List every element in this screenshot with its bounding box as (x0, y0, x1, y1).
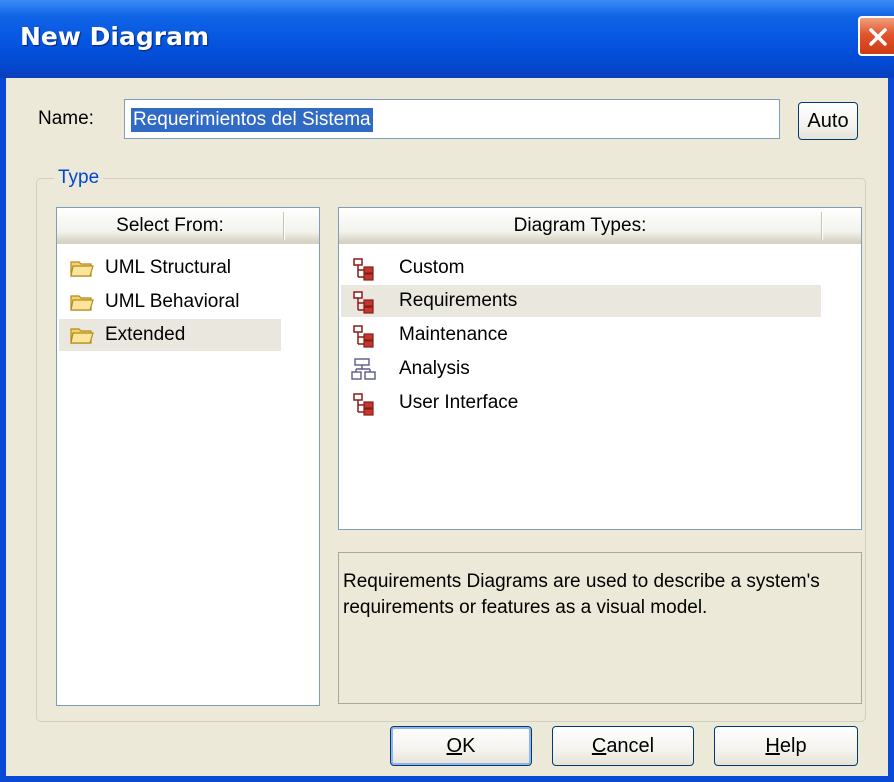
help-button[interactable]: Help (714, 726, 858, 766)
select-from-header-label: Select From: (116, 215, 224, 236)
select-from-list[interactable]: Select From: UML Structural UML Behavior… (56, 207, 320, 706)
name-input[interactable]: Requerimientos del Sistema (124, 99, 780, 139)
column-divider[interactable] (283, 212, 285, 240)
list-item-label: Analysis (399, 358, 470, 379)
cancel-button[interactable]: Cancel (552, 726, 694, 766)
description-text: Requirements Diagrams are used to descri… (343, 571, 820, 618)
diagram-types-header-label: Diagram Types: (513, 215, 647, 236)
list-item-label: Maintenance (399, 324, 508, 345)
list-item-requirements[interactable]: Requirements (341, 285, 821, 317)
list-item-custom[interactable]: Custom (341, 252, 821, 284)
select-from-header[interactable]: Select From: (57, 208, 319, 244)
list-item-label: Extended (105, 324, 186, 345)
close-button[interactable] (858, 16, 894, 56)
tree-diagram-icon (353, 291, 374, 314)
list-item-label: Custom (399, 257, 465, 278)
list-item-extended[interactable]: Extended (59, 319, 281, 351)
description-box: Requirements Diagrams are used to descri… (338, 552, 862, 704)
window-title: New Diagram (20, 22, 210, 51)
list-item-uml-structural[interactable]: UML Structural (59, 252, 279, 284)
folder-icon (70, 295, 94, 311)
help-label-rest: elp (779, 735, 807, 757)
tree-diagram-icon (353, 325, 374, 348)
tree-diagram-icon (353, 258, 374, 281)
folder-icon (70, 328, 94, 344)
diagram-types-header[interactable]: Diagram Types: (339, 208, 861, 244)
list-item-user-interface[interactable]: User Interface (341, 387, 821, 419)
diagram-types-list[interactable]: Diagram Types: Custom Requirements Maint… (338, 207, 862, 530)
auto-button[interactable]: Auto (798, 102, 858, 140)
list-item-label: UML Structural (105, 257, 231, 278)
tree-diagram-icon (353, 393, 374, 416)
close-icon (869, 28, 887, 46)
analysis-diagram-icon (351, 358, 376, 380)
list-item-maintenance[interactable]: Maintenance (341, 319, 821, 351)
list-item-analysis[interactable]: Analysis (341, 353, 821, 385)
title-bar[interactable]: New Diagram (0, 0, 894, 78)
column-divider[interactable] (821, 212, 823, 240)
ok-mnemonic: O (446, 735, 463, 757)
list-item-uml-behavioral[interactable]: UML Behavioral (59, 286, 279, 318)
name-input-value: Requerimientos del Sistema (131, 108, 373, 132)
cancel-label-rest: ancel (606, 735, 655, 757)
list-item-label: UML Behavioral (105, 291, 240, 312)
name-label: Name: (38, 108, 94, 129)
ok-button[interactable]: OK (390, 726, 532, 766)
help-mnemonic: H (765, 735, 780, 757)
ok-label-rest: K (462, 735, 476, 757)
list-item-label: User Interface (399, 392, 519, 413)
cancel-mnemonic: C (591, 735, 607, 757)
list-item-label: Requirements (399, 290, 518, 311)
type-group-title: Type (54, 167, 104, 189)
folder-icon (70, 261, 94, 277)
